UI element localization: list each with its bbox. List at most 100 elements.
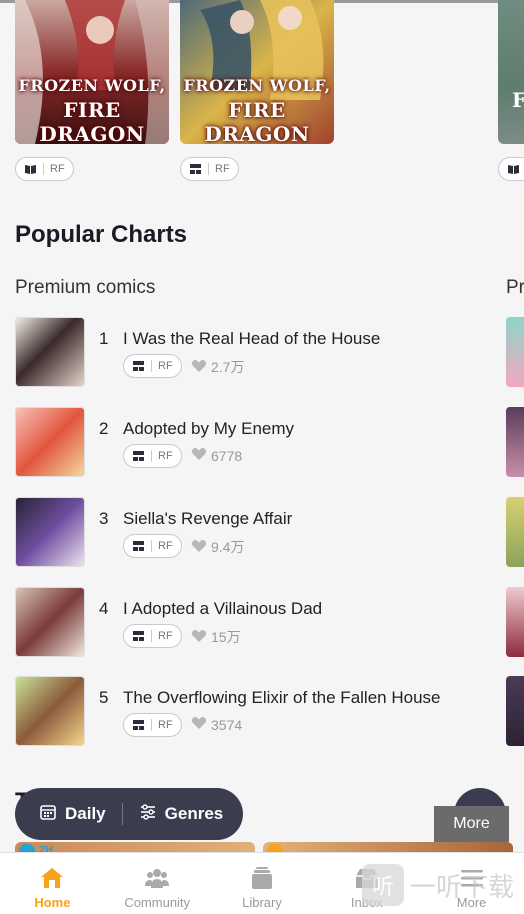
chart-row[interactable]: 5 The Overflowing Elixir of the Fallen Ho… (15, 676, 485, 746)
watermark-text: 一听下载 (410, 872, 515, 903)
next-chart-thumb[interactable] (506, 676, 524, 746)
watermark: 听 一听下载 (362, 856, 524, 914)
chart-row[interactable]: 2 Adopted by My Enemy RF 6778 (15, 407, 485, 477)
comic-title[interactable]: Siella's Revenge Affair (123, 509, 292, 529)
heart-icon (191, 539, 207, 556)
grid-icon (132, 450, 145, 462)
community-icon (144, 865, 170, 891)
tag-label: RF (158, 450, 173, 462)
chart-rank: 2 (99, 419, 109, 438)
calendar-icon (39, 803, 57, 826)
likes-count: 3574 (211, 716, 243, 733)
likes: 15万 (191, 627, 241, 647)
likes: 6778 (191, 447, 242, 464)
grid-icon (132, 630, 145, 642)
chart-row[interactable]: 3 Siella's Revenge Affair RF 9.4万 (15, 497, 485, 567)
chart-rank: 1 (99, 329, 109, 348)
next-chart-thumb[interactable] (506, 407, 524, 477)
comic-thumbnail[interactable] (15, 407, 85, 477)
book-icon (507, 163, 520, 175)
genres-filter-button[interactable]: Genres (123, 788, 224, 840)
cover-tag-pill: RF (180, 157, 239, 181)
chart-category-title[interactable]: Premium comics (15, 277, 155, 299)
tag-pill: RF (123, 354, 182, 378)
chart-rank: 3 (99, 509, 109, 528)
daily-filter-label: Daily (65, 804, 106, 823)
likes: 9.4万 (191, 537, 244, 557)
sliders-icon (139, 803, 157, 826)
next-chart-thumb[interactable] (506, 587, 524, 657)
heart-icon (191, 447, 207, 464)
comic-title[interactable]: I Adopted a Villainous Dad (123, 599, 322, 619)
nav-label: Community (124, 895, 191, 910)
pill-divider (151, 540, 152, 552)
watermark-logo: 听 (362, 864, 404, 906)
tag-pill: RF (123, 713, 182, 737)
tag-label: RF (158, 630, 173, 642)
tag-pill: RF (123, 624, 182, 648)
nav-home[interactable]: Home (0, 853, 105, 914)
cover-title-line2: FIRE DRAGON (204, 98, 310, 144)
comic-thumbnail[interactable] (15, 317, 85, 387)
nav-label: Library (242, 895, 282, 910)
pill-divider (43, 163, 44, 175)
comic-thumbnail[interactable] (15, 676, 85, 746)
likes-count: 2.7万 (211, 359, 245, 375)
tag-pill: RF (123, 534, 182, 558)
grid-icon (189, 163, 202, 175)
grid-icon (132, 360, 145, 372)
section-title: Popular Charts (15, 221, 188, 248)
more-tooltip[interactable]: More (434, 806, 509, 842)
daily-filter-button[interactable]: Daily (15, 788, 106, 840)
tag-label: RF (215, 163, 230, 175)
cover-title-line1: FROZEN WOLF, (18, 76, 166, 95)
next-chart-thumb[interactable] (506, 497, 524, 567)
heart-icon (191, 716, 207, 733)
next-chart-thumb[interactable] (506, 317, 524, 387)
tag-label: RF (158, 360, 173, 372)
likes: 2.7万 (191, 357, 244, 377)
tag-label: RF (50, 163, 65, 175)
comic-thumbnail[interactable] (15, 497, 85, 567)
library-icon (249, 865, 275, 891)
cover-title-line2: FIRE DRAGON (39, 98, 145, 144)
comic-cover[interactable]: FROZEN WOLF, FIRE DRAGON (15, 0, 169, 144)
grid-icon (132, 540, 145, 552)
pill-divider (151, 719, 152, 731)
cover-title-partial: F (512, 88, 524, 112)
chart-row[interactable]: 1 I Was the Real Head of the House RF 2.7万 (15, 317, 485, 387)
comic-cover[interactable]: FROZEN WOLF, FIRE DRAGON (180, 0, 334, 144)
pill-divider (151, 450, 152, 462)
tag-label: RF (158, 719, 173, 731)
comic-thumbnail[interactable] (15, 587, 85, 657)
genres-filter-label: Genres (164, 804, 224, 823)
cover-title-line1: FROZEN WOLF, (183, 76, 331, 95)
comic-title[interactable]: I Was the Real Head of the House (123, 329, 380, 349)
chart-row[interactable]: 4 I Adopted a Villainous Dad RF 15万 (15, 587, 485, 657)
grid-icon (132, 719, 145, 731)
nav-label: Home (34, 895, 71, 910)
nav-library[interactable]: Library (210, 853, 315, 914)
comic-cover-partial[interactable]: F (498, 0, 524, 144)
pill-divider (151, 630, 152, 642)
tag-label: RF (158, 540, 173, 552)
likes: 3574 (191, 716, 242, 733)
book-icon (24, 163, 37, 175)
chart-filter-bar: Daily Genres (15, 788, 243, 840)
chart-category-title-next[interactable]: Pr (506, 277, 524, 299)
comic-title[interactable]: Adopted by My Enemy (123, 419, 294, 439)
home-icon (39, 865, 65, 891)
heart-icon (191, 629, 207, 646)
pill-divider (208, 163, 209, 175)
comic-title[interactable]: The Overflowing Elixir of the Fallen Hou… (123, 688, 440, 708)
chart-rank: 5 (99, 688, 109, 707)
tag-pill: RF (123, 444, 182, 468)
cover-tag-pill-partial (498, 157, 524, 181)
likes-count: 9.4万 (211, 539, 245, 555)
heart-icon (191, 359, 207, 376)
likes-count: 6778 (211, 447, 243, 464)
nav-community[interactable]: Community (105, 853, 210, 914)
chart-rank: 4 (99, 599, 109, 618)
likes-count: 15万 (211, 629, 241, 645)
pill-divider (151, 360, 152, 372)
